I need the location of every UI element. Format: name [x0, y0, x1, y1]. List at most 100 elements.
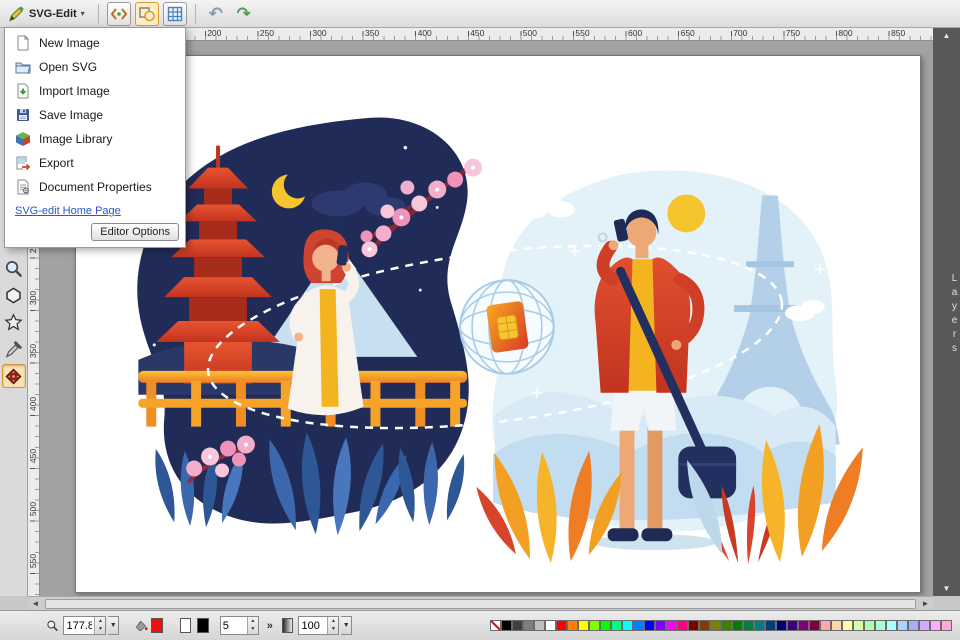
palette-swatch[interactable]	[611, 620, 622, 631]
palette-swatch[interactable]	[523, 620, 534, 631]
menu-item-document-properties[interactable]: Document Properties	[5, 175, 185, 199]
palette-swatch[interactable]	[534, 620, 545, 631]
opacity-dropdown-button[interactable]: ▼	[341, 616, 352, 635]
palette-swatch[interactable]	[600, 620, 611, 631]
pattern-tool-button[interactable]	[2, 364, 26, 388]
more-options-button[interactable]: »	[267, 620, 273, 632]
opacity-gradient-swatch[interactable]	[282, 618, 294, 633]
fill-color-swatch[interactable]	[151, 618, 163, 633]
stroke-paint-swatch[interactable]	[180, 618, 192, 633]
menu-item-open-svg[interactable]: Open SVG	[5, 55, 185, 79]
palette-swatch[interactable]	[666, 620, 677, 631]
palette-swatch[interactable]	[622, 620, 633, 631]
palette-swatch[interactable]	[578, 620, 589, 631]
svgedit-home-page-link[interactable]: SVG-edit Home Page	[5, 199, 185, 221]
palette-swatch[interactable]	[545, 620, 556, 631]
palette-swatch[interactable]	[633, 620, 644, 631]
palette-swatch[interactable]	[655, 620, 666, 631]
v-ruler-tick-label: 450	[28, 446, 38, 466]
palette-swatch[interactable]	[765, 620, 776, 631]
editor-options-row: Editor Options	[5, 221, 185, 241]
opacity-spinner-arrows[interactable]: ▲▼	[327, 617, 338, 634]
palette-swatch[interactable]	[501, 620, 512, 631]
redo-button[interactable]: ↷	[232, 2, 256, 26]
zoom-dropdown-button[interactable]: ▼	[108, 616, 119, 635]
main-menu-button[interactable]: SVG-Edit ▾	[4, 2, 92, 26]
palette-swatch[interactable]	[490, 620, 501, 631]
palette-swatch[interactable]	[875, 620, 886, 631]
palette-swatch[interactable]	[754, 620, 765, 631]
undo-button[interactable]: ↶	[204, 2, 228, 26]
h-ruler-tick-label: 650	[681, 28, 695, 38]
menu-item-import-image[interactable]: Import Image	[5, 79, 185, 103]
palette-swatch[interactable]	[699, 620, 710, 631]
palette-swatch[interactable]	[864, 620, 875, 631]
stroke-width-spinner-arrows[interactable]: ▲▼	[247, 617, 258, 634]
stroke-width-spinner[interactable]: ▲▼	[220, 616, 259, 635]
opacity-spinner[interactable]: ▲▼	[298, 616, 339, 635]
scroll-right-button[interactable]: ►	[918, 597, 933, 611]
scrollbar-thumb[interactable]	[45, 599, 916, 609]
palette-swatch[interactable]	[908, 620, 919, 631]
palette-swatch[interactable]	[776, 620, 787, 631]
eyedropper-icon	[4, 340, 23, 359]
shape-library-button[interactable]	[135, 2, 159, 26]
layers-panel-tab[interactable]: Layers	[933, 273, 960, 357]
zoom-input[interactable]	[64, 617, 94, 634]
zoom-tool-button[interactable]	[2, 256, 26, 280]
h-ruler-tick-label: 350	[365, 28, 379, 38]
palette-swatch[interactable]	[820, 620, 831, 631]
zoom-spinner[interactable]: ▲▼	[63, 616, 106, 635]
menu-item-export[interactable]: Export	[5, 151, 185, 175]
stroke-color-swatch[interactable]	[197, 618, 209, 633]
editor-options-button[interactable]: Editor Options	[91, 223, 179, 241]
svg-canvas[interactable]	[75, 55, 921, 593]
scroll-down-button[interactable]: ▼	[933, 581, 960, 596]
scroll-up-button[interactable]: ▲	[933, 28, 960, 43]
palette-swatch[interactable]	[930, 620, 941, 631]
palette-swatch[interactable]	[677, 620, 688, 631]
palette-swatch[interactable]	[897, 620, 908, 631]
menu-item-image-library[interactable]: Image Library	[5, 127, 185, 151]
diamond-pattern-icon	[4, 367, 23, 386]
grid-snap-button[interactable]	[163, 2, 187, 26]
zoom-spinner-arrows[interactable]: ▲▼	[94, 617, 105, 634]
palette-swatch[interactable]	[589, 620, 600, 631]
messenger-bag	[678, 447, 736, 499]
palette-swatch[interactable]	[710, 620, 721, 631]
palette-swatch[interactable]	[732, 620, 743, 631]
palette-swatch[interactable]	[798, 620, 809, 631]
palette-swatch[interactable]	[919, 620, 930, 631]
horizontal-scrollbar[interactable]: ◄ ►	[28, 596, 933, 610]
palette-swatch[interactable]	[743, 620, 754, 631]
palette-swatch[interactable]	[567, 620, 578, 631]
palette-swatch[interactable]	[831, 620, 842, 631]
source-editor-button[interactable]	[107, 2, 131, 26]
stroke-width-input[interactable]	[221, 617, 247, 634]
palette-swatch[interactable]	[688, 620, 699, 631]
logo-caret-icon: ▾	[81, 9, 85, 18]
palette-swatch[interactable]	[842, 620, 853, 631]
palette-swatch[interactable]	[721, 620, 732, 631]
palette-swatch[interactable]	[941, 620, 952, 631]
menu-item-label: Open SVG	[39, 60, 97, 74]
menu-item-save-image[interactable]: Save Image	[5, 103, 185, 127]
layers-side-strip: ▲ Layers ▼	[933, 28, 960, 596]
palette-swatch[interactable]	[644, 620, 655, 631]
redo-icon: ↷	[237, 5, 251, 22]
star-tool-button[interactable]	[2, 310, 26, 334]
palette-swatch[interactable]	[556, 620, 567, 631]
menu-item-new-image[interactable]: New Image	[5, 31, 185, 55]
canvas-illustration[interactable]	[76, 56, 920, 592]
palette-swatch[interactable]	[512, 620, 523, 631]
eyedropper-tool-button[interactable]	[2, 337, 26, 361]
toolbar-separator	[98, 4, 99, 24]
palette-swatch[interactable]	[787, 620, 798, 631]
palette-swatch[interactable]	[886, 620, 897, 631]
opacity-input[interactable]	[299, 617, 327, 634]
scroll-left-button[interactable]: ◄	[28, 597, 43, 611]
polygon-tool-button[interactable]	[2, 283, 26, 307]
document-properties-icon	[15, 179, 31, 195]
palette-swatch[interactable]	[809, 620, 820, 631]
palette-swatch[interactable]	[853, 620, 864, 631]
